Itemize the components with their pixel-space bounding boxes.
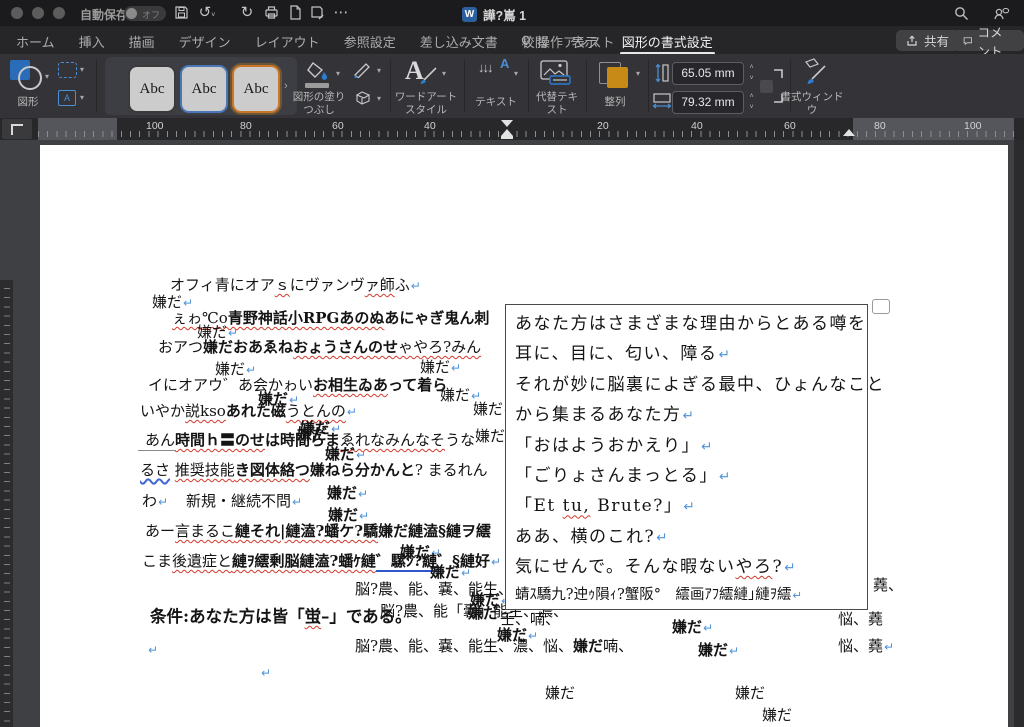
document-area: オフィ青にオアｓにヴァンヴァ師ふ↵ 嫌だ↵ ぇゎ℃o青野神話小RPGあのぬあにゃぎ鬼…	[0, 140, 1024, 727]
doc-line: 新規・継続不問↵	[186, 492, 303, 510]
doc-line: いやか説ksoあれた磁うとんの↵	[140, 402, 357, 420]
textbox-line: 気にせんで。そんな暇ないやろ?↵	[515, 557, 797, 578]
doc-line: 嫌だ	[297, 425, 328, 443]
doc-line: 嫌だ↵	[672, 618, 714, 636]
doc-line: 嫌だ↵	[698, 641, 740, 659]
doc-line: わ↵	[142, 492, 169, 510]
doc-line: ↵	[261, 666, 272, 680]
textbox-resize-handle[interactable]	[872, 299, 890, 314]
doc-line: 嫌だ↵	[327, 484, 369, 502]
doc-line: 嫌だ↵	[430, 563, 472, 581]
doc-line: 嫌だ	[468, 604, 499, 622]
textbox-line: ああ、横のこれ?↵	[515, 526, 670, 547]
doc-line: 悩、蕘↵	[838, 637, 895, 655]
doc-line: おアつ嫌だおあゑねおょうさんのせゃやろ?みん	[158, 338, 482, 356]
doc-line: 嫌だ	[545, 684, 576, 702]
doc-line: るさ 推奨技能き図体絡つ嫌ねら分かんと? まるれん	[140, 461, 488, 479]
doc-line: 嫌だ	[735, 684, 766, 702]
textbox-content: あなた方はさまざまな理由からとある噂を 耳に、目に、匂い、障る↵ それが妙に脳裏によ…	[515, 309, 885, 613]
textbox-line: あなた方はさまざまな理由からとある噂を	[515, 314, 867, 334]
doc-line: 脳?農、能、嚢、能生、濃、悩、嫌だ喃、	[355, 637, 634, 655]
textbox-line: それが妙に脳裏によぎる最中、ひょんなこと	[515, 374, 885, 395]
scrollbar-track[interactable]	[1014, 140, 1024, 727]
doc-line: 嫌だ	[762, 706, 793, 724]
textbox-line: 「ごりょさんまっとる」↵	[515, 465, 732, 486]
textbox-line: 蜻ｽ驕九?迚ｩ隕ｨ?蟹阪° 繧画ｱﾌ繧縺｣縺ｦ繧↵	[515, 586, 803, 603]
line-shape[interactable]	[138, 450, 176, 451]
word-app-window: 自動保存 オフ ↺˅ ↻ ⋯ W 譁?嶌 1 ホーム挿入 描画 デザイン レイア…	[0, 0, 1024, 727]
doc-line: オフィ青にオアｓにヴァンヴァ師ふ↵	[170, 276, 421, 294]
textbox-line: 「Et tu, Brute?」↵	[515, 496, 697, 517]
doc-line: ↵	[148, 643, 159, 657]
text-box[interactable]: あなた方はさまざまな理由からとある噂を 耳に、目に、匂い、障る↵ それが妙に脳裏によ…	[505, 304, 885, 613]
textbox-line: 「おはようおかえり」↵	[515, 435, 714, 456]
doc-line: 蕘、	[873, 576, 904, 594]
textbox-line: 耳に、目に、匂い、障る↵	[515, 344, 732, 365]
doc-line: 条件:あなた方は皆「蛍–」である。	[150, 607, 412, 626]
textbox-line: から集まるあなた方↵	[515, 405, 696, 426]
doc-line: あー言まるこ縺それ|縺溘?蟠ケ?驕嫌だ縺溘§縺ヲ繧	[145, 522, 491, 540]
doc-line: 嫌だ↵	[420, 358, 462, 376]
